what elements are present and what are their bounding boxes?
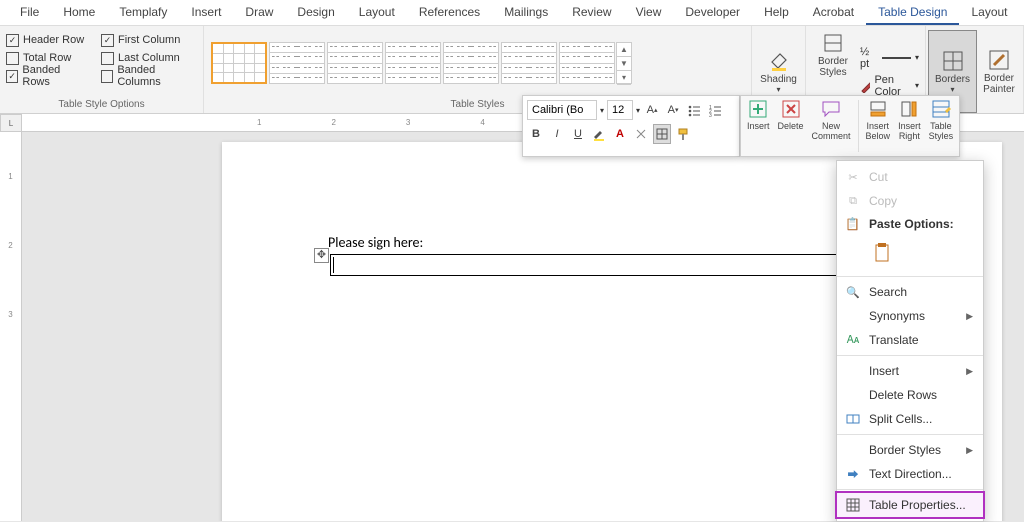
format-painter-button[interactable] [674, 124, 692, 144]
context-menu: ✂Cut ⧉Copy 📋Paste Options: 🔍Search Synon… [836, 160, 984, 522]
cm-split-cells[interactable]: Split Cells... [837, 407, 983, 431]
bullets-button[interactable] [685, 100, 703, 120]
cm-paste-options [837, 235, 983, 273]
checkbox-first-column[interactable]: ✓First Column [101, 32, 197, 48]
cm-search[interactable]: 🔍Search [837, 280, 983, 304]
font-name-combo[interactable] [527, 100, 597, 120]
cm-translate[interactable]: 🗛Translate [837, 328, 983, 352]
tab-developer[interactable]: Developer [673, 0, 752, 25]
mini-table-ribbon: Insert Delete New Comment Insert Below I… [740, 95, 960, 157]
table-style-thumb[interactable] [501, 42, 557, 84]
table-style-thumb[interactable] [269, 42, 325, 84]
cm-text-direction[interactable]: ⮕Text Direction... [837, 462, 983, 486]
cm-table-properties[interactable]: Table Properties... [837, 493, 983, 517]
pen-color-dropdown[interactable]: Pen Color▾ [860, 74, 919, 98]
tab-file[interactable]: File [8, 0, 51, 25]
paste-keep-source[interactable] [869, 239, 895, 267]
painter-icon [988, 49, 1010, 71]
table-move-handle[interactable]: ✥ [314, 248, 329, 263]
insert-icon [748, 99, 768, 119]
pen-icon [860, 79, 870, 93]
cm-delete-rows[interactable]: Delete Rows [837, 383, 983, 407]
table-properties-icon [845, 497, 861, 513]
insert-below-icon [868, 99, 888, 119]
table-style-thumb[interactable] [211, 42, 267, 84]
table-styles-gallery[interactable]: ▲▼▾ [210, 30, 745, 96]
svg-text:3: 3 [709, 113, 712, 117]
delete-icon [781, 99, 801, 119]
cm-border-styles[interactable]: Border Styles▶ [837, 438, 983, 462]
tab-review[interactable]: Review [560, 0, 623, 25]
italic-button[interactable]: I [548, 124, 566, 144]
border-styles-icon [822, 32, 844, 54]
tab-mailings[interactable]: Mailings [492, 0, 560, 25]
border-painter-button[interactable]: Border Painter [977, 30, 1021, 113]
shrink-font-button[interactable]: A▾ [664, 100, 682, 120]
tab-draw[interactable]: Draw [233, 0, 285, 25]
underline-button[interactable]: U [569, 124, 587, 144]
highlight-button[interactable] [590, 124, 608, 144]
borders-grid-icon [942, 50, 964, 72]
cm-synonyms[interactable]: Synonyms▶ [837, 304, 983, 328]
table-style-thumb[interactable] [385, 42, 441, 84]
document-text[interactable]: Please sign here: [328, 234, 423, 251]
cut-icon: ✂ [845, 169, 861, 185]
insert-right-icon [899, 99, 919, 119]
numbering-button[interactable]: 123 [706, 100, 724, 120]
text-direction-icon: ⮕ [845, 466, 861, 482]
tab-insert[interactable]: Insert [179, 0, 233, 25]
mini-insert-below-button[interactable]: Insert Below [862, 98, 895, 154]
pen-weight-dropdown[interactable]: ½ pt▾ [860, 46, 919, 70]
tab-help[interactable]: Help [752, 0, 801, 25]
cm-insert[interactable]: Insert▶ [837, 359, 983, 383]
checkbox-banded-rows[interactable]: ✓Banded Rows [6, 68, 87, 84]
ruler-corner: L [0, 114, 22, 132]
translate-icon: 🗛 [845, 332, 861, 348]
mini-insert-button[interactable]: Insert [743, 98, 774, 154]
tab-acrobat[interactable]: Acrobat [801, 0, 866, 25]
tab-view[interactable]: View [624, 0, 674, 25]
clear-format-button[interactable] [632, 124, 650, 144]
mini-insert-right-button[interactable]: Insert Right [894, 98, 925, 154]
cm-paste-options-heading: 📋Paste Options: [837, 213, 983, 235]
grow-font-button[interactable]: A▴ [643, 100, 661, 120]
tab-layout[interactable]: Layout [959, 0, 1019, 25]
borders-mini-button[interactable] [653, 124, 671, 144]
paste-icon: 📋 [845, 217, 860, 231]
bucket-icon [768, 50, 790, 72]
table-style-thumb[interactable] [327, 42, 383, 84]
checkbox-banded-columns[interactable]: Banded Columns [101, 68, 197, 84]
tab-home[interactable]: Home [51, 0, 107, 25]
search-icon: 🔍 [845, 284, 861, 300]
bold-button[interactable]: B [527, 124, 545, 144]
cm-copy: ⧉Copy [837, 189, 983, 213]
ribbon-tabs: FileHomeTemplafyInsertDrawDesignLayoutRe… [0, 0, 1024, 26]
tab-layout[interactable]: Layout [347, 0, 407, 25]
table-style-thumb[interactable] [443, 42, 499, 84]
tab-references[interactable]: References [407, 0, 492, 25]
mini-table-styles-button[interactable]: Table Styles [925, 98, 958, 154]
mini-new-comment-button[interactable]: New Comment [808, 98, 855, 154]
table-styles-icon [931, 99, 951, 119]
tab-templafy[interactable]: Templafy [107, 0, 179, 25]
checkbox-header-row[interactable]: ✓Header Row [6, 32, 87, 48]
mini-format-toolbar: ▾ ▾ A▴ A▾ 123 B I U A [522, 95, 740, 157]
cm-cut: ✂Cut [837, 165, 983, 189]
font-color-button[interactable]: A [611, 124, 629, 144]
ruler-vertical[interactable]: 123 [0, 132, 22, 521]
font-size-combo[interactable] [607, 100, 633, 120]
tab-design[interactable]: Design [285, 0, 346, 25]
group-table-style-options-label: Table Style Options [6, 96, 197, 113]
mini-delete-button[interactable]: Delete [774, 98, 808, 154]
split-cells-icon [845, 411, 861, 427]
table-style-thumb[interactable] [559, 42, 615, 84]
tab-table-design[interactable]: Table Design [866, 0, 959, 25]
copy-icon: ⧉ [845, 193, 861, 209]
comment-icon [821, 99, 841, 119]
gallery-scroll[interactable]: ▲▼▾ [616, 42, 632, 84]
